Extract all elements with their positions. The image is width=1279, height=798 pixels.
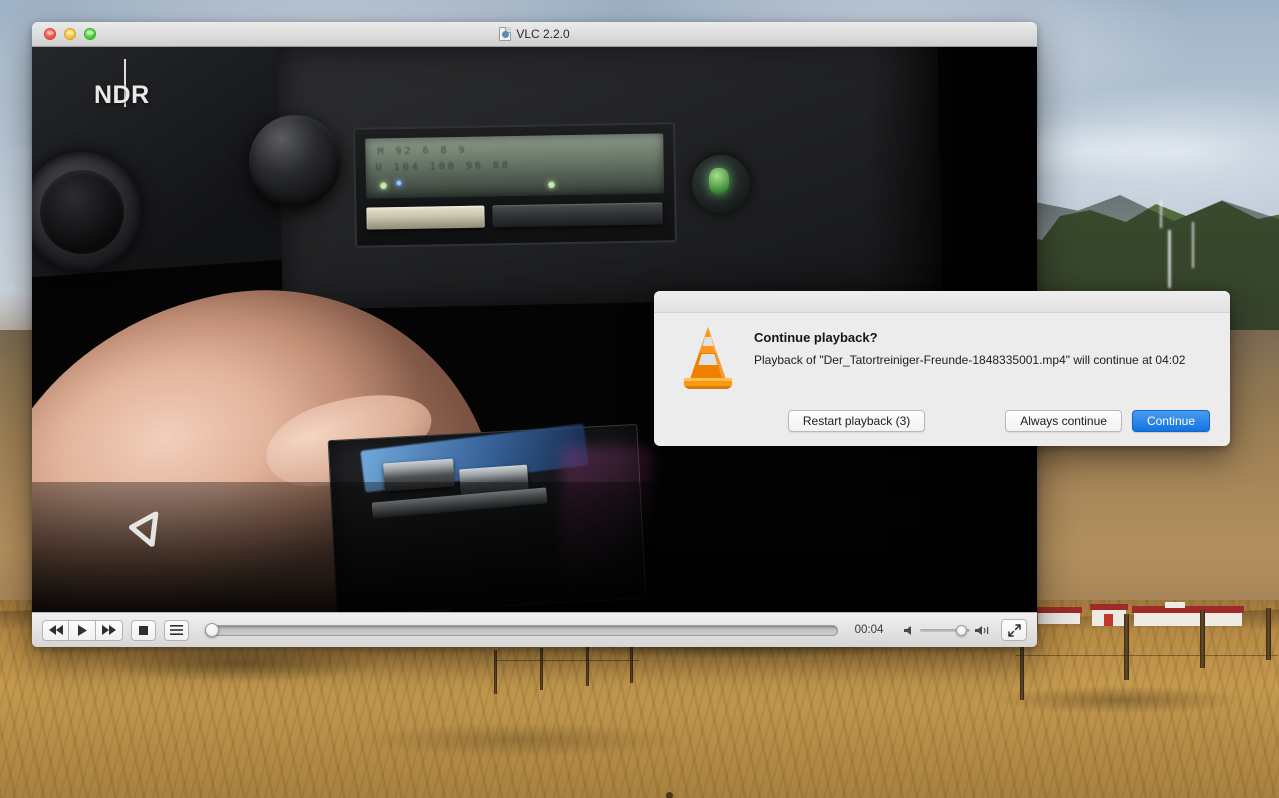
wallpaper-fence-post: [540, 648, 543, 690]
seek-handle[interactable]: [205, 623, 219, 637]
wallpaper-fence-post: [586, 646, 589, 686]
ndr-logo-text: NDR: [94, 81, 150, 110]
dock-indicator-dot: [666, 792, 673, 798]
continue-button[interactable]: Continue: [1132, 410, 1210, 432]
stop-icon: [139, 626, 148, 635]
video-radio-preset-button: [492, 202, 662, 227]
document-video-icon: [499, 27, 511, 41]
volume-handle[interactable]: [956, 625, 967, 636]
wallpaper-fence-post: [1200, 610, 1205, 668]
wallpaper-farm-buildings: [1038, 600, 1238, 630]
wallpaper-fence-post: [494, 650, 497, 694]
wallpaper-snow-streak: [1192, 222, 1194, 268]
dialog-heading: Continue playback?: [754, 330, 1185, 345]
dialog-text-block: Continue playback? Playback of "Der_Tato…: [754, 323, 1185, 391]
wallpaper-snow-streak: [1168, 230, 1171, 288]
minimize-button[interactable]: [64, 28, 76, 40]
dialog-message: Playback of "Der_Tatortreiniger-Freunde-…: [754, 353, 1185, 367]
play-icon: [78, 625, 87, 636]
wallpaper-fence-post: [1020, 640, 1024, 700]
volume-track[interactable]: [920, 629, 970, 632]
playback-control-bar[interactable]: 00:04: [32, 612, 1037, 647]
video-radio-dial: M 92 6 8 9 U 104 100 96 88: [365, 133, 664, 198]
continue-playback-dialog[interactable]: Continue playback? Playback of "Der_Tato…: [654, 291, 1230, 446]
rewind-button[interactable]: [42, 620, 69, 641]
radio-led-green: [548, 181, 555, 188]
radio-led-green: [380, 182, 387, 189]
restart-playback-button[interactable]: Restart playback (3): [788, 410, 925, 432]
video-radio-preset-button: [366, 206, 484, 230]
wallpaper-fence-post: [1124, 614, 1129, 680]
close-button[interactable]: [44, 28, 56, 40]
video-bottom-vignette: [32, 482, 1037, 612]
wallpaper-fence-post: [1266, 608, 1271, 660]
speaker-high-icon[interactable]: [975, 625, 990, 636]
zoom-button[interactable]: [84, 28, 96, 40]
wallpaper-snow-streak: [1160, 200, 1162, 228]
dialog-button-row: Restart playback (3) Always continue Con…: [654, 410, 1230, 432]
transport-button-group: [42, 620, 123, 641]
volume-control[interactable]: [904, 625, 990, 636]
video-arrow-glyph-icon: [126, 510, 170, 549]
radio-dial-bottom-text: U 104 100 96 88: [376, 160, 511, 173]
video-green-indicator: [692, 155, 750, 213]
dialog-titlebar[interactable]: [654, 291, 1230, 313]
vlc-cone-icon: [676, 323, 740, 391]
window-titlebar[interactable]: VLC 2.2.0: [32, 22, 1037, 47]
seek-track[interactable]: [205, 625, 838, 636]
fast-forward-icon: [102, 625, 116, 635]
radio-dial-top-text: M 92 6 8 9: [377, 145, 467, 158]
hamburger-icon: [170, 625, 183, 635]
video-radio-unit: M 92 6 8 9 U 104 100 96 88: [353, 122, 677, 248]
traffic-light-group: [44, 28, 96, 40]
play-button[interactable]: [69, 620, 96, 641]
rewind-icon: [49, 625, 63, 635]
speaker-low-icon[interactable]: [904, 625, 915, 636]
wallpaper-fence-wire: [1016, 655, 1278, 656]
always-continue-button[interactable]: Always continue: [1005, 410, 1122, 432]
fullscreen-arrows-icon: [1008, 624, 1021, 637]
window-title-group: VLC 2.2.0: [32, 22, 1037, 46]
wallpaper-fence-wire: [494, 660, 639, 661]
ndr-watermark: NDR: [94, 57, 164, 113]
wallpaper-fence-post: [630, 645, 633, 683]
dialog-body: Continue playback? Playback of "Der_Tato…: [654, 313, 1230, 391]
playlist-button[interactable]: [164, 620, 189, 641]
stop-button[interactable]: [131, 620, 156, 641]
radio-led-blue: [396, 180, 402, 186]
fullscreen-button[interactable]: [1001, 619, 1027, 641]
seek-slider[interactable]: [205, 624, 838, 636]
timecode-label: 00:04: [850, 624, 888, 636]
window-title: VLC 2.2.0: [516, 27, 569, 41]
video-volume-knob: [249, 115, 341, 207]
fast-forward-button[interactable]: [96, 620, 123, 641]
